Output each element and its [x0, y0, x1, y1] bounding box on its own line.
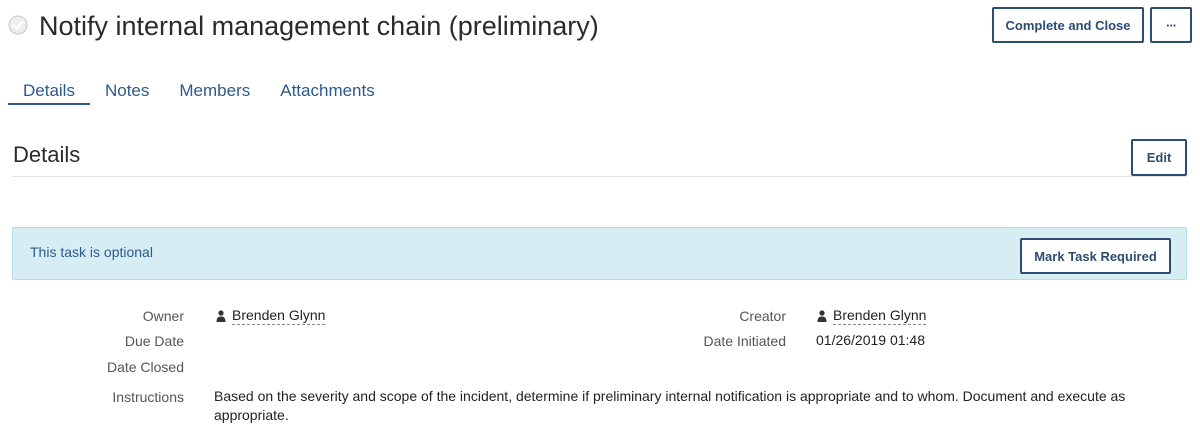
- banner-text: This task is optional: [30, 244, 153, 260]
- user-icon: [216, 310, 226, 322]
- date-initiated-label: Date Initiated: [703, 333, 787, 349]
- instructions-value: Based on the severity and scope of the i…: [214, 388, 1126, 423]
- creator-value[interactable]: Brenden Glynn: [817, 307, 927, 325]
- more-actions-button[interactable]: ···: [1150, 7, 1192, 43]
- tab-notes[interactable]: Notes: [90, 78, 164, 103]
- instructions-label: Instructions: [112, 389, 184, 405]
- creator-name[interactable]: Brenden Glynn: [833, 307, 927, 325]
- due-date-label: Due Date: [124, 333, 184, 349]
- complete-and-close-button[interactable]: Complete and Close: [992, 7, 1144, 43]
- tab-bar: Details Notes Members Attachments: [8, 78, 390, 106]
- owner-label: Owner: [142, 308, 184, 324]
- tab-attachments[interactable]: Attachments: [265, 78, 390, 103]
- check-circle-icon: [8, 15, 28, 35]
- section-divider: [12, 176, 1187, 177]
- mark-task-required-button[interactable]: Mark Task Required: [1020, 238, 1171, 274]
- user-icon: [817, 310, 827, 322]
- optional-task-banner: This task is optional Mark Task Required: [12, 227, 1187, 280]
- owner-name[interactable]: Brenden Glynn: [232, 307, 326, 325]
- tab-members[interactable]: Members: [164, 78, 265, 103]
- creator-label: Creator: [739, 308, 786, 324]
- page-title: Notify internal management chain (prelim…: [39, 11, 599, 41]
- date-closed-label: Date Closed: [106, 359, 184, 375]
- edit-button[interactable]: Edit: [1131, 139, 1187, 176]
- section-title: Details: [13, 142, 81, 167]
- date-initiated-value: 01/26/2019 01:48: [816, 332, 925, 348]
- owner-value[interactable]: Brenden Glynn: [216, 307, 326, 325]
- tab-details[interactable]: Details: [8, 78, 90, 105]
